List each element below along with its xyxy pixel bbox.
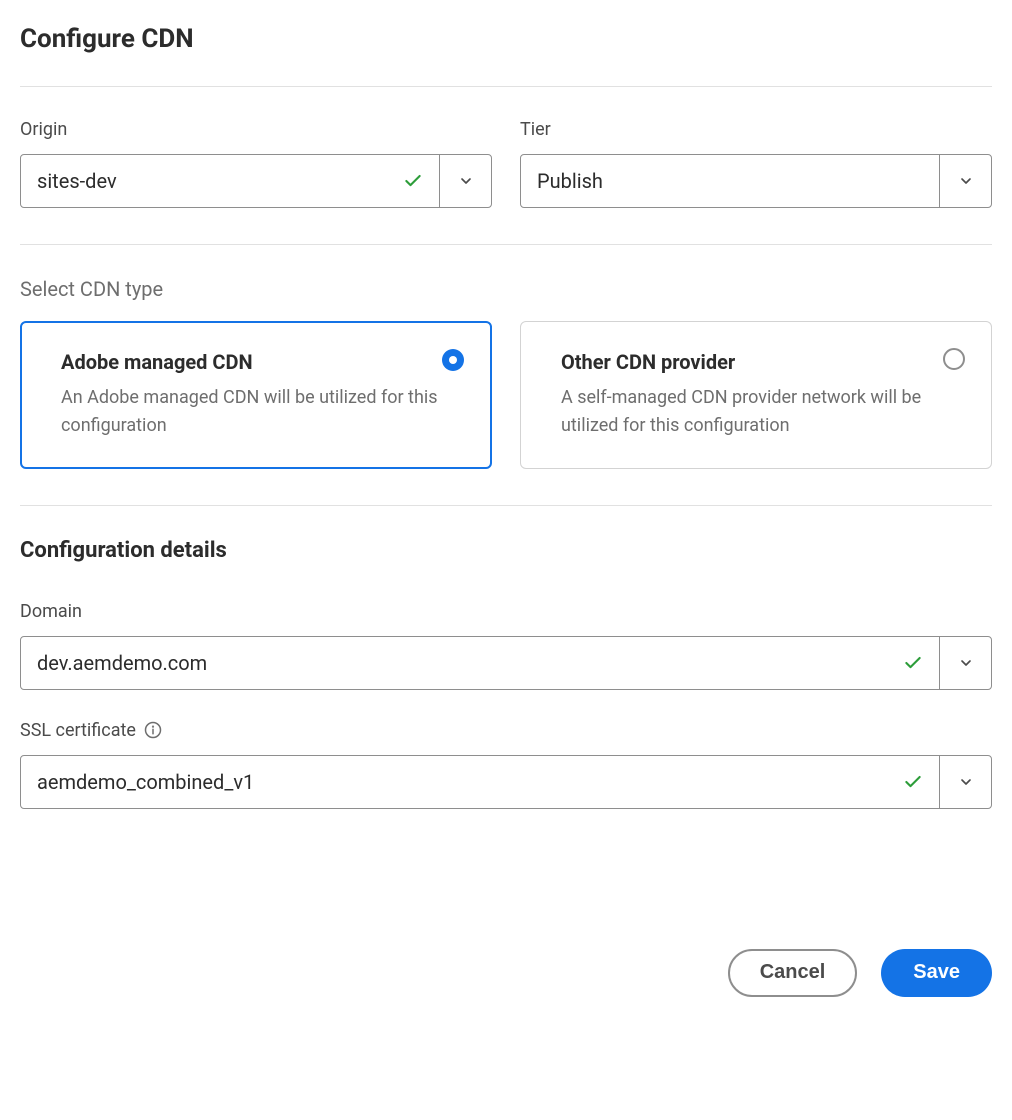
chevron-down-icon — [958, 173, 974, 189]
divider — [20, 505, 992, 506]
domain-select-value: dev.aemdemo.com — [21, 637, 939, 689]
ssl-select[interactable]: aemdemo_combined_v1 — [20, 755, 992, 809]
checkmark-icon — [403, 171, 423, 191]
ssl-label-text: SSL certificate — [20, 720, 136, 741]
tier-select-value: Publish — [521, 155, 939, 207]
ssl-value-text: aemdemo_combined_v1 — [37, 770, 254, 794]
chevron-down-icon — [958, 774, 974, 790]
configuration-details-heading: Configuration details — [20, 538, 992, 563]
info-icon[interactable] — [144, 721, 162, 739]
cancel-button[interactable]: Cancel — [728, 949, 858, 997]
cdn-option-desc: A self-managed CDN provider network will… — [561, 384, 963, 440]
domain-value-text: dev.aemdemo.com — [37, 651, 207, 675]
origin-field: Origin sites-dev — [20, 119, 492, 208]
action-bar: Cancel Save — [20, 949, 992, 997]
origin-value-text: sites-dev — [37, 169, 117, 193]
cdn-option-title: Other CDN provider — [561, 350, 963, 374]
cdn-type-options: Adobe managed CDN An Adobe managed CDN w… — [20, 321, 992, 469]
radio-unchecked-icon — [943, 348, 965, 370]
page-title: Configure CDN — [20, 24, 992, 54]
chevron-down-icon — [458, 173, 474, 189]
tier-select[interactable]: Publish — [520, 154, 992, 208]
select-cdn-type-label: Select CDN type — [20, 277, 992, 301]
origin-caret[interactable] — [439, 155, 491, 207]
divider — [20, 244, 992, 245]
domain-caret[interactable] — [939, 637, 991, 689]
ssl-field: SSL certificate aemdemo_combined_v1 — [20, 720, 992, 809]
origin-select-value: sites-dev — [21, 155, 439, 207]
domain-field: Domain dev.aemdemo.com — [20, 601, 992, 690]
cdn-option-title: Adobe managed CDN — [61, 350, 463, 374]
cdn-option-other-provider[interactable]: Other CDN provider A self-managed CDN pr… — [520, 321, 992, 469]
radio-checked-icon — [442, 349, 464, 371]
cdn-option-adobe-managed[interactable]: Adobe managed CDN An Adobe managed CDN w… — [20, 321, 492, 469]
divider — [20, 86, 992, 87]
domain-select[interactable]: dev.aemdemo.com — [20, 636, 992, 690]
ssl-label: SSL certificate — [20, 720, 992, 741]
domain-label: Domain — [20, 601, 992, 622]
origin-label: Origin — [20, 119, 492, 140]
checkmark-icon — [903, 772, 923, 792]
checkmark-icon — [903, 653, 923, 673]
tier-field: Tier Publish — [520, 119, 992, 208]
tier-caret[interactable] — [939, 155, 991, 207]
chevron-down-icon — [958, 655, 974, 671]
cdn-option-desc: An Adobe managed CDN will be utilized fo… — [61, 384, 463, 440]
tier-label: Tier — [520, 119, 992, 140]
save-button[interactable]: Save — [881, 949, 992, 997]
tier-value-text: Publish — [537, 169, 603, 193]
ssl-select-value: aemdemo_combined_v1 — [21, 756, 939, 808]
origin-tier-row: Origin sites-dev Tier Publish — [20, 119, 992, 208]
origin-select[interactable]: sites-dev — [20, 154, 492, 208]
ssl-caret[interactable] — [939, 756, 991, 808]
